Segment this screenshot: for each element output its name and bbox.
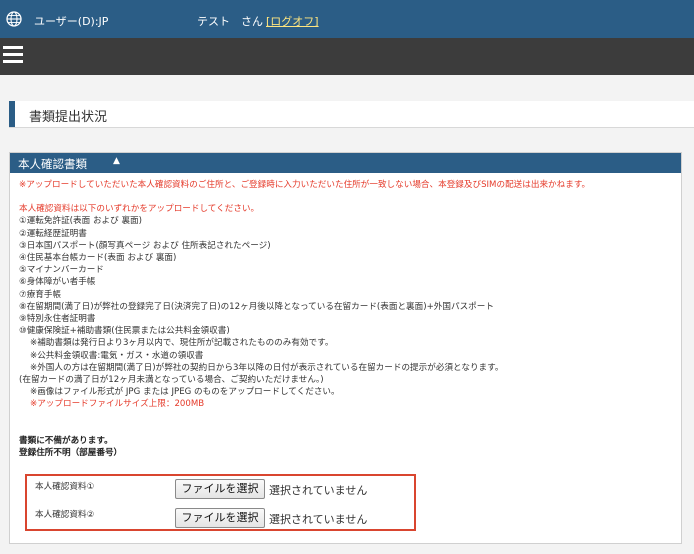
note-item: ※公共料金領収書:電気・ガス・水道の領収書: [30, 350, 204, 361]
note-item: ※外国人の方は在留期間(満了日)が弊社の契約日から3年以降の日付が表示されている…: [30, 362, 504, 373]
upload-label: 本人確認資料②: [35, 510, 95, 520]
residence-card-note: (在留カードの満了日が12ヶ月未満となっている場合、ご契約いただけません。): [19, 375, 324, 386]
file-status-text: 選択されていません: [269, 484, 368, 497]
hamburger-menu-icon[interactable]: [3, 46, 23, 64]
globe-icon[interactable]: [6, 11, 22, 27]
document-item: ⑨特別永住者証明書: [19, 314, 96, 325]
collapse-triangle-icon: ▲: [113, 156, 120, 166]
choose-file-button-2[interactable]: ファイルを選択: [175, 508, 265, 528]
upload-label: 本人確認資料①: [35, 482, 95, 492]
document-item: ④住民基本台帳カード(表面 および 裏面): [19, 253, 177, 264]
document-item: ⑩健康保険証+補助書類(住民票または公共料金領収書): [19, 326, 230, 337]
document-item: ⑤マイナンバーカード: [19, 265, 104, 276]
status-detail-text: 登録住所不明（部屋番号）: [19, 447, 123, 458]
file-size-limit-note: ※アップロードファイルサイズ上限：200MB: [30, 399, 205, 410]
file-format-note: ※画像はファイル形式が JPG または JPEG のものをアップロードしてくださ…: [30, 387, 340, 398]
logout-link[interactable]: [ログオフ]: [266, 13, 319, 29]
note-item: ※補助書類は発行日より3ヶ月以内で、現住所が記載されたもののみ有効です。: [30, 338, 334, 349]
document-item: ⑧在留期間(満了日)が弊社の登録完了日(決済完了日)の12ヶ月後以降となっている…: [19, 301, 494, 312]
document-item: ⑦療育手帳: [19, 289, 62, 300]
upload-section: 本人確認資料① ファイルを選択 選択されていません 本人確認資料② ファイルを選…: [25, 474, 416, 531]
panel-header-toggle[interactable]: 本人確認書類 ▲: [10, 153, 681, 173]
status-defect-text: 書類に不備があります。: [19, 435, 113, 446]
address-mismatch-notice: ※アップロードしていただいた本人確認資料のご住所と、ご登録時に入力いただいた住所…: [19, 180, 591, 190]
document-item: ⑥身体障がい者手帳: [19, 277, 96, 288]
document-item: ③日本国パスポート(顔写真ページ および 住所表記されたページ): [19, 240, 271, 251]
panel-body: ※アップロードしていただいた本人確認資料のご住所と、ご登録時に入力いただいた住所…: [19, 179, 674, 459]
nav-bar: [0, 38, 694, 75]
file-status-text: 選択されていません: [269, 513, 368, 526]
choose-file-button-1[interactable]: ファイルを選択: [175, 479, 265, 499]
document-item: ①運転免許証(表面 および 裏面): [19, 216, 142, 227]
page-title: 書類提出状況: [29, 110, 108, 125]
identity-documents-panel: 本人確認書類 ▲ ※アップロードしていただいた本人確認資料のご住所と、ご登録時に…: [9, 152, 682, 544]
greeting-text: テスト さん: [197, 15, 263, 28]
user-label: ユーザー(D):JP: [34, 15, 109, 28]
title-accent-bar: [9, 101, 15, 127]
document-item: ②運転経歴証明書: [19, 228, 87, 239]
upload-intro: 本人確認資料は以下のいずれかをアップロードしてください。: [19, 204, 260, 215]
page-header: 書類提出状況: [9, 101, 694, 128]
top-header: ユーザー(D):JP テスト さん [ログオフ]: [0, 0, 694, 38]
panel-title: 本人確認書類: [18, 157, 87, 171]
